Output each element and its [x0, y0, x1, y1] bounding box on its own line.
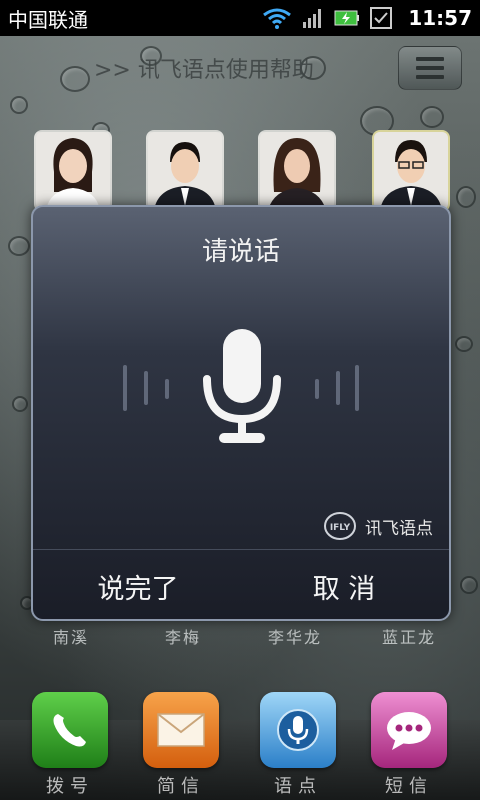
status-icons: 11:57: [262, 6, 472, 30]
dock-label-mail: 简信: [157, 776, 205, 797]
voice-input-dialog: 请说话 IFLY 讯飞语点 说完了 取 消: [31, 205, 451, 621]
dock-label-voice: 语点: [274, 776, 322, 797]
cancel-button[interactable]: 取 消: [239, 553, 449, 619]
contact-photo-3[interactable]: [258, 130, 336, 212]
brand-name: 讯飞语点: [365, 518, 433, 539]
dock-label-dialer: 拨号: [46, 776, 94, 797]
male-avatar-icon: [374, 132, 448, 210]
contact-photo-2[interactable]: [146, 130, 224, 212]
contact-name-1[interactable]: 南溪: [26, 624, 116, 648]
carrier-name: 中国联通: [8, 7, 88, 32]
ifly-logo-icon: IFLY: [324, 512, 356, 540]
contact-photo-4[interactable]: [372, 130, 450, 212]
dock-app-voice[interactable]: [260, 692, 336, 768]
clock: 11:57: [408, 6, 472, 30]
contact-name-3[interactable]: 李华龙: [250, 624, 340, 648]
microphone-icon: [203, 329, 281, 443]
envelope-icon: [157, 713, 205, 747]
dock-label-sms: 短信: [385, 776, 433, 797]
battery-charging-icon: [334, 10, 360, 26]
dialog-divider: [33, 549, 449, 550]
wifi-icon: [263, 8, 292, 29]
dialog-title: 请说话: [201, 237, 280, 267]
help-link[interactable]: >> 讯飞语点使用帮助: [94, 52, 314, 84]
contact-name-2[interactable]: 李梅: [138, 624, 228, 648]
dock-app-mail[interactable]: [143, 692, 219, 768]
dock-app-dialer[interactable]: [32, 692, 108, 768]
signal-icon: [303, 9, 322, 28]
dock-app-sms[interactable]: [371, 692, 447, 768]
microphone-icon: [277, 709, 319, 751]
female-avatar-icon: [36, 132, 110, 210]
ifly-logo-text: IFLY: [330, 523, 351, 533]
menu-icon: [416, 57, 444, 61]
brand: IFLY 讯飞语点: [323, 511, 433, 541]
menu-button[interactable]: [398, 46, 462, 90]
done-speaking-button[interactable]: 说完了: [33, 553, 243, 619]
male-avatar-icon: [148, 132, 222, 210]
chat-bubble-icon: [387, 712, 431, 750]
contact-photo-1[interactable]: [34, 130, 112, 212]
female-avatar-icon: [260, 132, 334, 210]
contact-name-4[interactable]: 蓝正龙: [364, 624, 454, 648]
notification-check-icon: [370, 7, 393, 29]
status-bar: 中国联通 11:57: [0, 0, 480, 36]
phone-icon: [53, 714, 86, 747]
